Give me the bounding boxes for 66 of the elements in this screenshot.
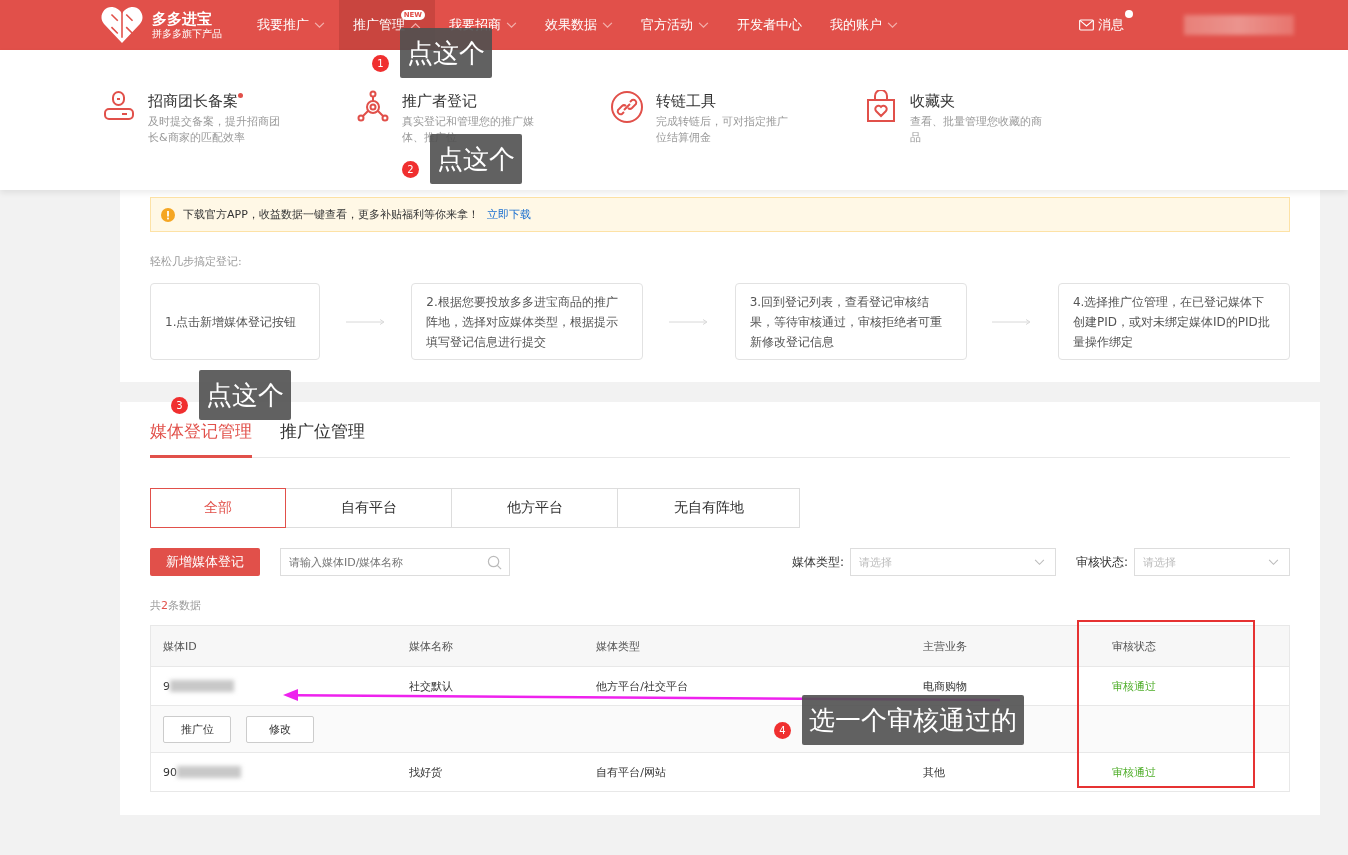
arrow-icon [992,318,1033,325]
row-action-button[interactable]: 修改 [246,715,314,743]
table-cell: 9 [163,679,170,693]
step-card: 4.选择推广位管理，在已登记媒体下创建PID，或对未绑定媒体ID的PID批量操作绑定 [1057,283,1290,360]
warning-icon [161,207,175,222]
mail-icon [1079,19,1094,31]
chevron-icon [1268,558,1279,566]
table-cell: 电商购物 [922,678,967,694]
menu-item-link[interactable]: 推广者登记 [402,90,477,112]
table-cell: 90 [163,765,177,779]
table-cell: 找好货 [408,764,442,780]
messages-link[interactable]: 消息 [1079,16,1124,34]
filter-tab[interactable]: 自有平台 [285,488,452,528]
annotation-tooltip: 点这个 [400,28,492,78]
shopping-bag-icon [864,90,898,124]
heart-logo-icon [100,6,144,44]
step-card: 1.点击新增媒体登记按钮 [150,283,320,360]
column-header: 媒体类型 [595,638,642,654]
step-number-badge: 3 [171,396,188,414]
filter-label: 审核状态: [1075,553,1128,571]
search-field[interactable]: 请输入媒体ID/媒体名称 [280,548,510,576]
status-text: 审核通过 [1112,678,1157,694]
table-cell: 自有平台/网站 [596,764,666,780]
record-count: 共2条数据 [150,598,202,613]
arrow-icon [668,318,709,325]
column-header: 主营业务 [921,638,968,654]
column-header: 审核状态 [1111,638,1158,654]
menu-item-description: 及时提交备案，提升招商团长&商家的匹配效率 [148,114,281,146]
annotation-tooltip: 点这个 [199,370,291,420]
blurred-id-mask [177,766,241,778]
logo-subtitle: 拼多多旗下产品 [152,28,222,40]
step-card: 3.回到登记列表，查看登记审核结果，等待审核通过，审核拒绝者可重新修改登记信息 [734,283,967,360]
nav-menu-item[interactable]: 我的账户 [816,0,912,50]
menu-item-link[interactable]: 转链工具 [656,90,716,112]
search-icon [487,555,502,570]
nav-menu-item[interactable]: 官方活动 [627,0,723,50]
logo-title: 多多进宝 [152,10,213,28]
table-cell: 他方平台/社交平台 [596,678,688,694]
filter-tab[interactable]: 无自有阵地 [617,488,800,528]
nav-menu-item[interactable]: 我要推广 [243,0,339,50]
nav-menu-item[interactable]: 效果数据 [531,0,627,50]
filter-tab[interactable]: 全部 [150,488,286,528]
notice-text: 下载官方APP，收益数据一键查看，更多补贴福利等你来拿！ [183,207,479,222]
step-card: 2.根据您要投放多多进宝商品的推广阵地，选择对应媒体类型，根据提示填写登记信息进行提交 [411,283,644,360]
link-icon [610,90,644,124]
nav-menu-item[interactable]: 开发者中心 [723,0,816,50]
column-header: 媒体名称 [407,638,454,654]
chevron-icon [1033,558,1045,566]
table-cell: 其他 [922,764,945,780]
filter-tab[interactable]: 他方平台 [451,488,618,528]
add-media-button[interactable]: 新增媒体登记 [150,548,260,576]
blurred-id-mask [170,680,234,692]
column-header: 媒体ID [162,638,198,654]
filter-label: 媒体类型: [791,553,844,571]
menu-item-link[interactable]: 收藏夹 [910,90,955,112]
menu-item-description: 完成转链后，可对指定推广位结算佣金 [656,114,789,146]
steps-title: 轻松几步搞定登记: [150,254,243,269]
menu-item-description: 查看、批量管理您收藏的商品 [910,114,1043,146]
row-action-button[interactable]: 推广位 [163,715,231,743]
status-text: 审核通过 [1112,764,1157,780]
annotation-tooltip: 选一个审核通过的 [802,695,1024,745]
menu-item-link[interactable]: 招商团长备案 [148,90,238,112]
arrow-icon [345,318,386,325]
network-nodes-icon [356,90,390,124]
table-cell: 社交默认 [408,678,453,694]
download-link[interactable]: 立即下载 [486,207,531,222]
